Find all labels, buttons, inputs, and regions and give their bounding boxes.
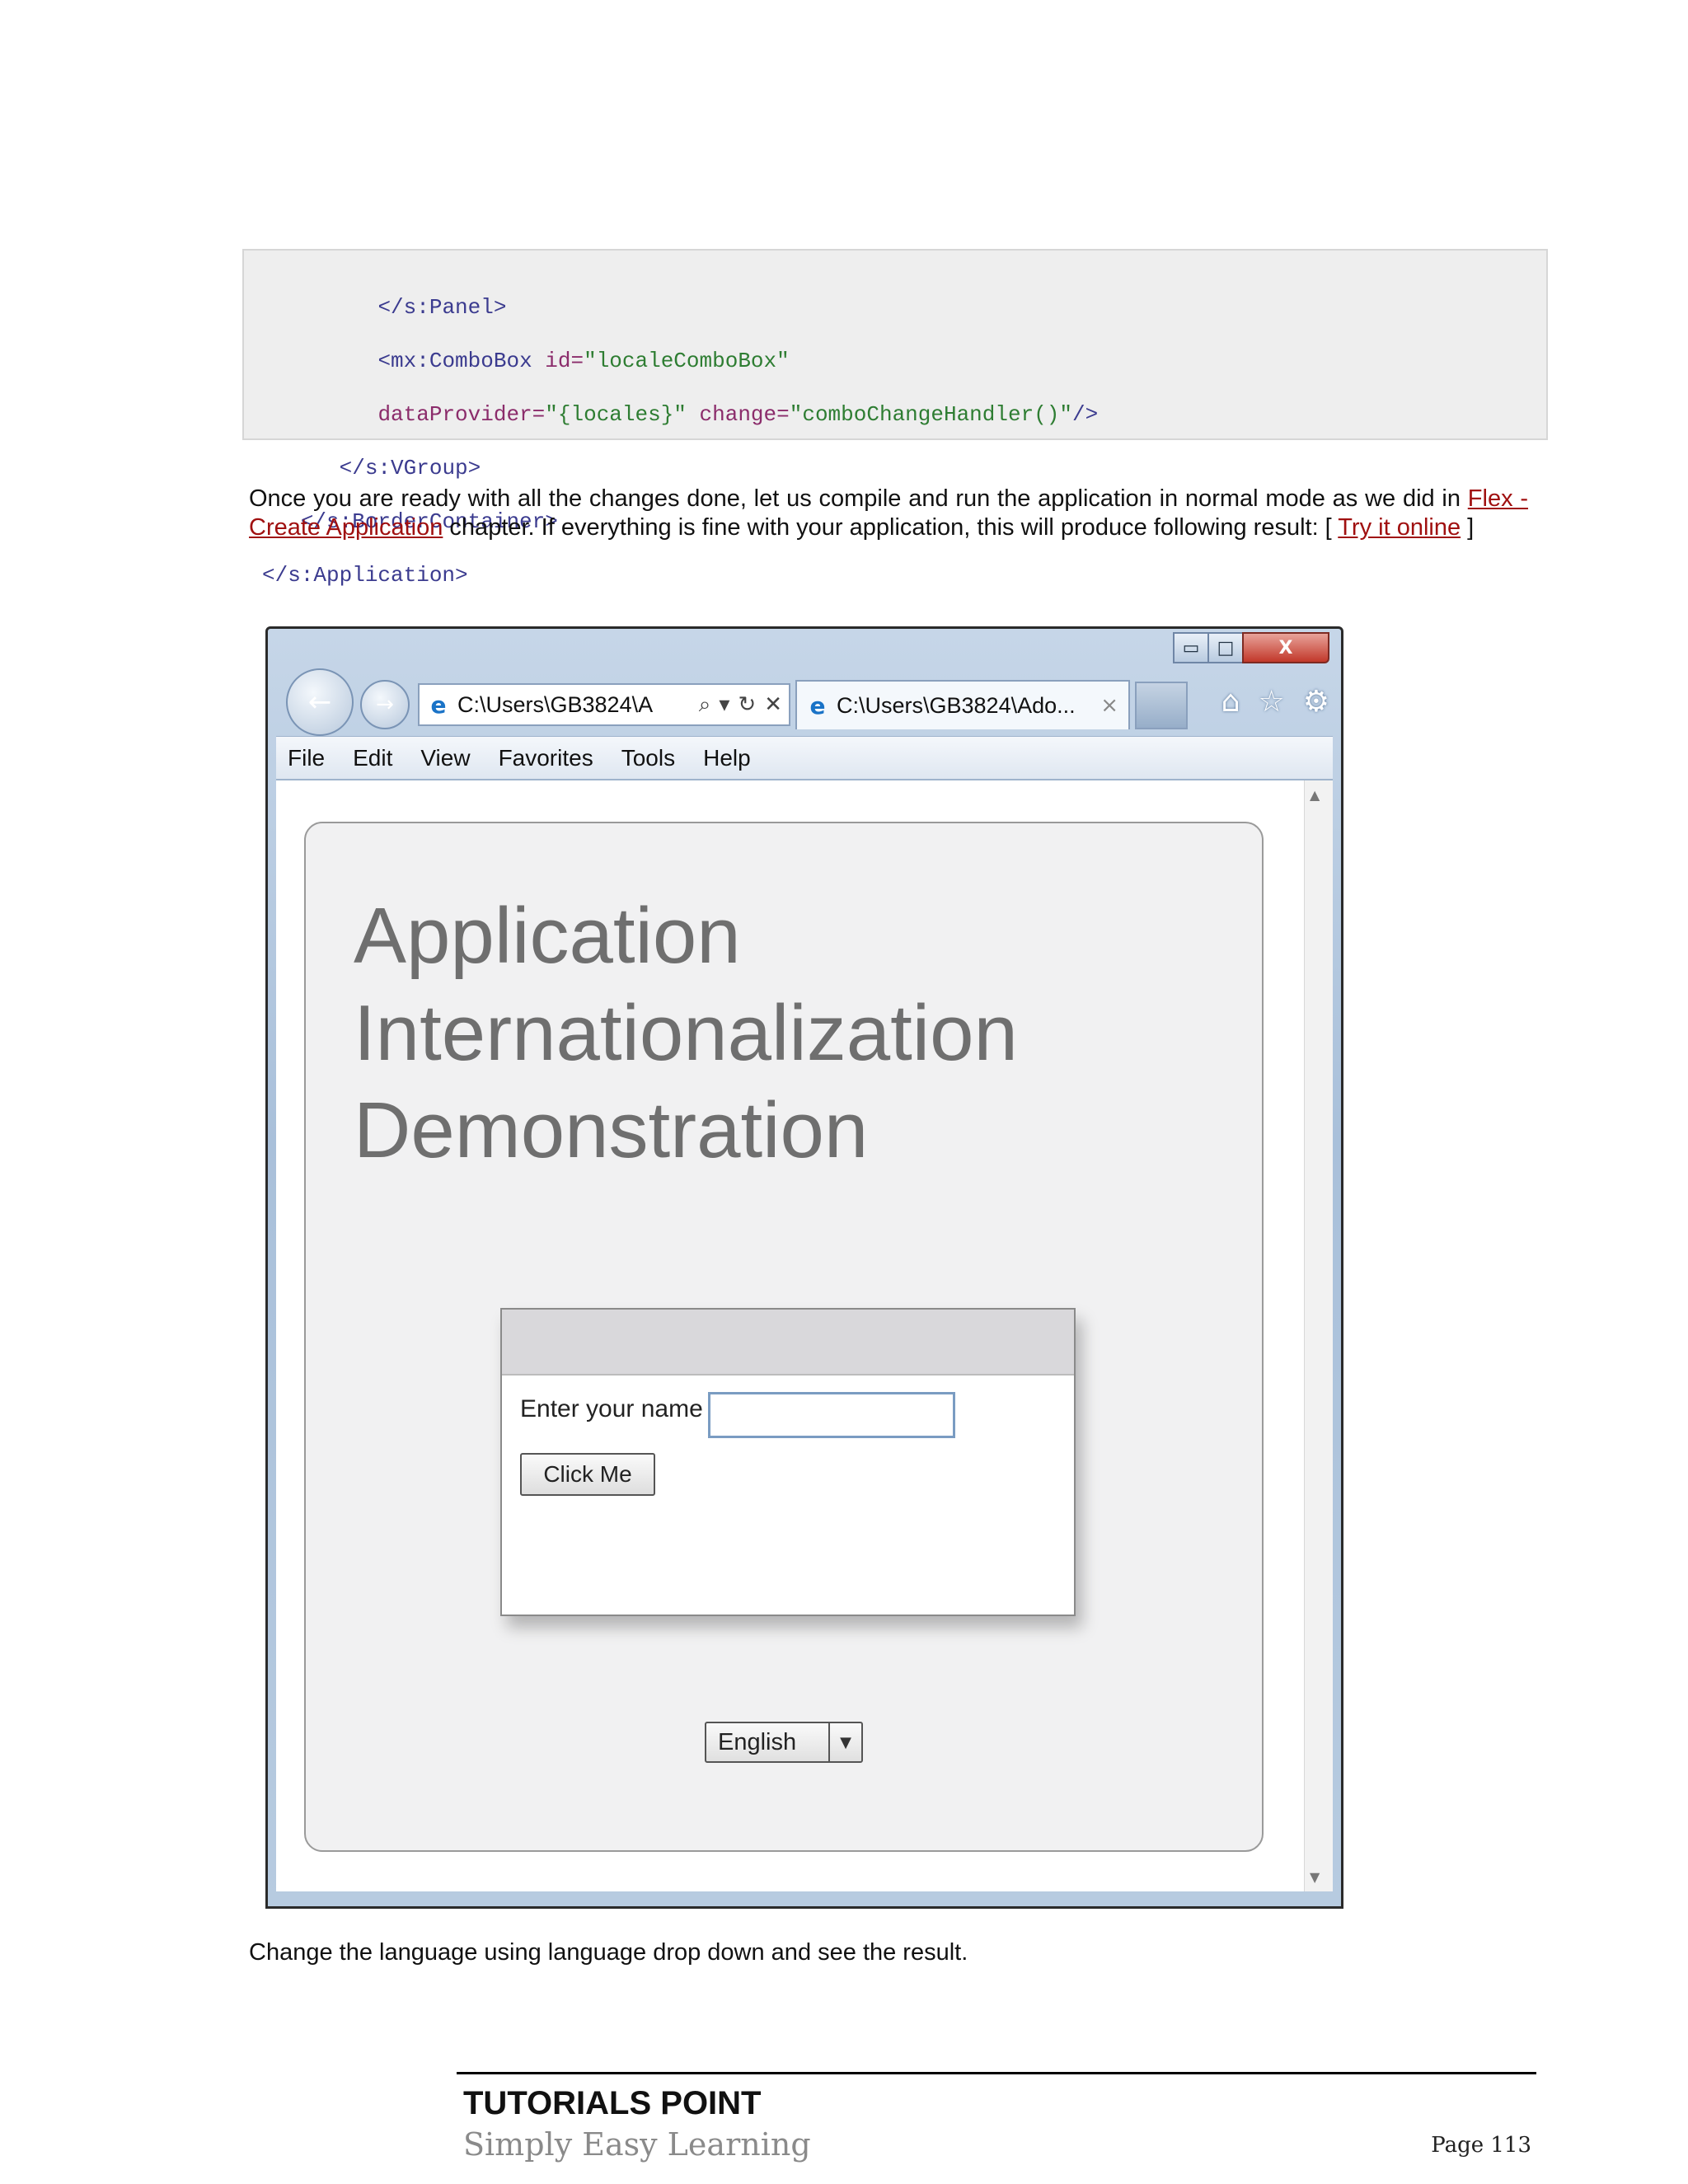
footer-brand: TUTORIALS POINT — [463, 2085, 762, 2121]
ie-icon: e — [809, 691, 826, 719]
new-tab-button[interactable] — [1135, 682, 1188, 729]
code-block: </s:Panel> <mx:ComboBox id="localeComboB… — [242, 249, 1548, 588]
intro-paragraph: Once you are ready with all the changes … — [249, 485, 1529, 541]
name-label: Enter your name — [520, 1395, 703, 1422]
scroll-down-icon[interactable]: ▼ — [1310, 1869, 1320, 1885]
code-line: dataProvider="{locales}" change="comboCh… — [377, 401, 1099, 427]
tab-close-icon[interactable]: × — [1100, 693, 1128, 718]
minimize-button[interactable]: ▭ — [1173, 632, 1209, 663]
maximize-button[interactable]: □ — [1207, 632, 1244, 663]
favorites-star-icon[interactable]: ☆ — [1258, 685, 1284, 719]
window-controls: ▭ □ X — [1173, 632, 1329, 663]
name-input[interactable] — [708, 1392, 955, 1438]
vertical-scrollbar[interactable]: ▲ ▼ — [1304, 780, 1333, 1891]
close-button[interactable]: X — [1242, 632, 1329, 663]
menu-tools[interactable]: Tools — [621, 745, 675, 771]
chevron-down-icon[interactable]: ▼ — [828, 1723, 861, 1761]
panel-header — [502, 1310, 1074, 1376]
click-me-button[interactable]: Click Me — [520, 1453, 655, 1496]
toolbar-icons: ⌂ ☆ ⚙ — [1221, 685, 1329, 719]
footer-divider — [457, 2072, 1536, 2074]
address-bar[interactable]: e C:\Users\GB3824\A ⌕ ▾ ↻ ✕ — [418, 683, 790, 726]
back-arrow-icon: ← — [307, 686, 332, 719]
home-icon[interactable]: ⌂ — [1221, 685, 1240, 719]
back-button[interactable]: ← — [286, 668, 354, 736]
refresh-icon[interactable]: ↻ — [738, 692, 756, 718]
app-title: Application Internationalization Demonst… — [354, 892, 1018, 1174]
code-line: <mx:ComboBox id="localeComboBox" — [377, 348, 790, 373]
try-it-online-link[interactable]: Try it online — [1338, 514, 1461, 541]
page-number: Page 113 — [1431, 2133, 1531, 2158]
result-paragraph: Change the language using language drop … — [249, 1939, 968, 1966]
address-bar-icons: ⌕ ▾ ↻ ✕ — [699, 692, 789, 718]
browser-window: ▭ □ X ← → e C:\Users\GB3824\A ⌕ ▾ ↻ ✕ e … — [265, 626, 1343, 1909]
stop-icon[interactable]: ✕ — [764, 692, 782, 718]
scroll-up-icon[interactable]: ▲ — [1310, 787, 1320, 803]
menu-edit[interactable]: Edit — [353, 745, 392, 771]
menu-file[interactable]: File — [288, 745, 325, 771]
code-line: </s:VGroup> — [339, 455, 481, 480]
code-line: </s:Application> — [262, 562, 468, 588]
menu-bar: File Edit View Favorites Tools Help — [276, 736, 1333, 779]
gear-icon[interactable]: ⚙ — [1303, 685, 1329, 719]
footer-tagline: Simply Easy Learning — [463, 2126, 811, 2163]
page-content: ▲ ▼ Application Internationalization Dem… — [276, 779, 1333, 1891]
name-panel: Enter your name Click Me — [500, 1308, 1076, 1616]
locale-combobox[interactable]: English ▼ — [705, 1722, 863, 1763]
forward-button[interactable]: → — [360, 680, 410, 729]
search-icon[interactable]: ⌕ — [699, 692, 711, 718]
menu-view[interactable]: View — [420, 745, 470, 771]
ie-icon: e — [430, 691, 447, 719]
combo-selected-value: English — [718, 1728, 797, 1755]
code-line: </s:Panel> — [377, 294, 507, 320]
tab-title: C:\Users\GB3824\Ado... — [837, 692, 1076, 718]
app-container: Application Internationalization Demonst… — [304, 822, 1264, 1852]
forward-arrow-icon: → — [376, 692, 394, 717]
address-text: C:\Users\GB3824\A — [457, 691, 654, 717]
browser-tab[interactable]: e C:\Users\GB3824\Ado... × — [795, 680, 1130, 729]
menu-help[interactable]: Help — [703, 745, 751, 771]
menu-favorites[interactable]: Favorites — [499, 745, 593, 771]
dropdown-icon[interactable]: ▾ — [719, 692, 729, 718]
